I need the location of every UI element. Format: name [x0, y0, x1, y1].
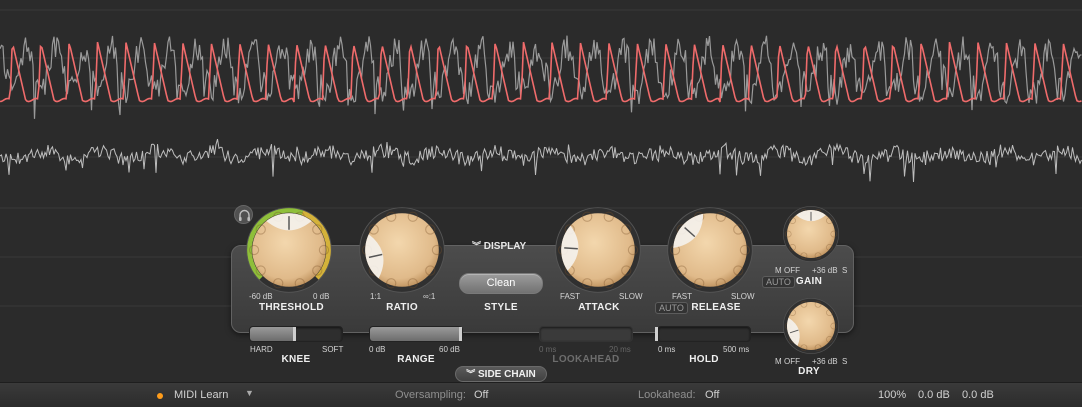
dry-label: DRY: [798, 366, 820, 377]
double-chevron-down-icon: ︾: [466, 369, 476, 379]
release-knob[interactable]: [664, 204, 756, 296]
gain-auto-toggle[interactable]: AUTO: [762, 276, 795, 288]
hold-slider[interactable]: [655, 326, 751, 342]
range-slider[interactable]: [369, 326, 463, 342]
release-max-label: SLOW: [731, 292, 755, 301]
hold-label: HOLD: [689, 354, 719, 365]
ratio-min-label: 1:1: [370, 292, 382, 301]
release-min-label: FAST: [672, 292, 693, 301]
status-bar: MIDI Learn ▼ Oversampling: Off Lookahead…: [0, 382, 1082, 407]
dry-stereo-label: S: [842, 357, 848, 366]
release-auto-toggle[interactable]: AUTO: [655, 302, 688, 314]
gain-mono-label: M: [775, 266, 782, 275]
knee-slider[interactable]: [249, 326, 343, 342]
style-selector[interactable]: Clean: [459, 273, 543, 294]
knee-label: KNEE: [281, 354, 311, 365]
release-label: RELEASE: [691, 302, 741, 313]
gain-min-label: OFF: [784, 266, 800, 275]
midi-learn-indicator: [157, 393, 163, 399]
gain-reduction-waveform: [0, 41, 1082, 103]
attack-knob[interactable]: [552, 204, 644, 296]
gain-knob[interactable]: [781, 204, 841, 264]
midi-learn-menu-arrow-icon[interactable]: ▼: [245, 388, 254, 398]
gain-label: GAIN: [795, 276, 823, 287]
lookahead-slider[interactable]: [539, 326, 633, 342]
dry-knob[interactable]: [781, 296, 841, 356]
threshold-max-label: 0 dB: [313, 292, 330, 301]
range-max-label: 60 dB: [439, 345, 460, 354]
dry-mono-label: M: [775, 357, 782, 366]
ratio-label: RATIO: [386, 302, 418, 313]
lookahead-status-label: Lookahead:: [638, 389, 696, 401]
knee-min-label: HARD: [250, 345, 273, 354]
zoom-value[interactable]: 100%: [878, 389, 906, 401]
attack-label: ATTACK: [578, 302, 620, 313]
sidechain-toggle[interactable]: ︾ SIDE CHAIN: [455, 366, 547, 382]
threshold-label: THRESHOLD: [259, 302, 324, 313]
input-gain-value[interactable]: 0.0 dB: [918, 389, 950, 401]
style-label: STYLE: [484, 302, 518, 313]
lookahead-max-label: 20 ms: [609, 345, 631, 354]
midi-learn-button[interactable]: MIDI Learn: [174, 389, 228, 401]
gain-stereo-label: S: [842, 266, 848, 275]
detector-waveform: [0, 138, 1082, 183]
oversampling-value[interactable]: Off: [474, 389, 488, 401]
threshold-knob[interactable]: [243, 204, 335, 296]
hold-max-label: 500 ms: [723, 345, 750, 354]
dry-max-label: +36 dB: [812, 357, 838, 366]
attack-max-label: SLOW: [619, 292, 643, 301]
double-chevron-down-icon: ︾: [472, 241, 482, 251]
lookahead-status-value[interactable]: Off: [705, 389, 719, 401]
ratio-knob[interactable]: [356, 204, 448, 296]
threshold-min-label: -60 dB: [249, 292, 273, 301]
range-label: RANGE: [397, 354, 435, 365]
ratio-max-label: ∞:1: [423, 292, 436, 301]
knee-max-label: SOFT: [322, 345, 344, 354]
output-gain-value[interactable]: 0.0 dB: [962, 389, 994, 401]
gain-max-label: +36 dB: [812, 266, 838, 275]
attack-min-label: FAST: [560, 292, 581, 301]
range-min-label: 0 dB: [369, 345, 386, 354]
dry-min-label: OFF: [784, 357, 800, 366]
lookahead-label: LOOKAHEAD: [552, 354, 620, 365]
lookahead-min-label: 0 ms: [539, 345, 557, 354]
hold-min-label: 0 ms: [658, 345, 676, 354]
oversampling-label: Oversampling:: [395, 389, 466, 401]
display-toggle[interactable]: ︾ DISPLAY: [472, 239, 526, 253]
